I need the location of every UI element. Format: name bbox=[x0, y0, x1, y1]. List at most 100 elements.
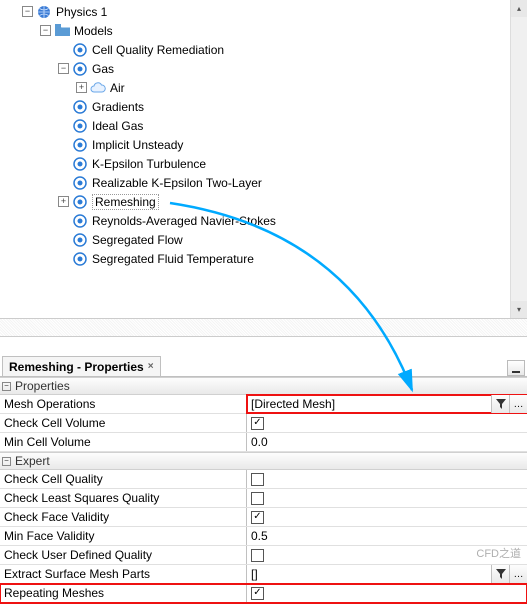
prop-value[interactable]: ✓ bbox=[247, 414, 527, 432]
target-icon bbox=[72, 137, 88, 153]
checkbox[interactable] bbox=[251, 473, 264, 486]
tree-label: Gas bbox=[92, 62, 114, 76]
prop-value[interactable]: 0.0 bbox=[247, 433, 527, 451]
target-icon bbox=[72, 156, 88, 172]
globe-icon bbox=[36, 4, 52, 20]
tree-label: Implicit Unsteady bbox=[92, 138, 183, 152]
tree-label: Segregated Flow bbox=[92, 233, 183, 247]
prop-value[interactable]: ✓ bbox=[247, 508, 527, 526]
tree-node[interactable]: + Air bbox=[0, 78, 527, 97]
expand-icon[interactable]: + bbox=[58, 196, 69, 207]
more-button[interactable]: … bbox=[509, 395, 527, 413]
tree-node-models[interactable]: − Models bbox=[0, 21, 527, 40]
tab-title: Remeshing - Properties bbox=[9, 360, 144, 374]
tree-node[interactable]: Realizable K-Epsilon Two-Layer bbox=[0, 173, 527, 192]
close-icon[interactable]: × bbox=[148, 361, 154, 372]
target-icon bbox=[72, 99, 88, 115]
prop-label: Check User Defined Quality bbox=[0, 546, 247, 564]
prop-value[interactable]: 0.5 bbox=[247, 527, 527, 545]
tree-node[interactable]: Gradients bbox=[0, 97, 527, 116]
tree-node[interactable]: Cell Quality Remediation bbox=[0, 40, 527, 59]
tree-label: Ideal Gas bbox=[92, 119, 143, 133]
watermark: CFD之道 bbox=[476, 545, 521, 561]
target-icon bbox=[72, 118, 88, 134]
tree-node-physics[interactable]: − Physics 1 bbox=[0, 2, 527, 21]
prop-min-cell-volume: Min Cell Volume 0.0 bbox=[0, 433, 527, 452]
section-properties[interactable]: − Properties bbox=[0, 377, 527, 395]
prop-label: Check Cell Volume bbox=[0, 414, 247, 432]
tree-label: Physics 1 bbox=[56, 5, 107, 19]
prop-repeating-meshes: Repeating Meshes ✓ bbox=[0, 584, 527, 603]
properties-tab-bar: Remeshing - Properties × bbox=[0, 355, 527, 377]
checkbox[interactable]: ✓ bbox=[251, 417, 264, 430]
properties-tab[interactable]: Remeshing - Properties × bbox=[2, 356, 161, 376]
collapse-icon[interactable]: − bbox=[2, 382, 11, 391]
target-icon bbox=[72, 61, 88, 77]
target-icon bbox=[72, 232, 88, 248]
prop-label: Min Cell Volume bbox=[0, 433, 247, 451]
target-icon bbox=[72, 42, 88, 58]
prop-value[interactable] bbox=[247, 489, 527, 507]
tree-label: Models bbox=[74, 24, 113, 38]
prop-label: Extract Surface Mesh Parts bbox=[0, 565, 247, 583]
prop-check-cell-quality: Check Cell Quality bbox=[0, 470, 527, 489]
tree-node[interactable]: Implicit Unsteady bbox=[0, 135, 527, 154]
tree-label: Gradients bbox=[92, 100, 144, 114]
cloud-icon bbox=[90, 80, 106, 96]
prop-label: Min Face Validity bbox=[0, 527, 247, 545]
tree-label: Segregated Fluid Temperature bbox=[92, 252, 254, 266]
prop-value[interactable]: ✓ bbox=[247, 584, 527, 602]
tree-label: K-Epsilon Turbulence bbox=[92, 157, 206, 171]
panel-divider bbox=[0, 318, 527, 337]
collapse-icon[interactable]: − bbox=[22, 6, 33, 17]
prop-label: Repeating Meshes bbox=[0, 584, 247, 602]
expand-icon[interactable]: + bbox=[76, 82, 87, 93]
tree-label: Remeshing bbox=[92, 194, 159, 210]
prop-value[interactable] bbox=[247, 470, 527, 488]
prop-label: Check Cell Quality bbox=[0, 470, 247, 488]
target-icon bbox=[72, 213, 88, 229]
prop-extract-surface-mesh: Extract Surface Mesh Parts [] … bbox=[0, 565, 527, 584]
scroll-up-button[interactable]: ▴ bbox=[511, 0, 527, 17]
prop-mesh-operations: Mesh Operations [Directed Mesh] … bbox=[0, 395, 527, 414]
prop-check-least-squares: Check Least Squares Quality bbox=[0, 489, 527, 508]
prop-value[interactable]: [Directed Mesh] … bbox=[247, 395, 527, 413]
tree-node[interactable]: Segregated Fluid Temperature bbox=[0, 249, 527, 268]
collapse-icon[interactable]: − bbox=[40, 25, 51, 36]
section-expert[interactable]: − Expert bbox=[0, 452, 527, 470]
scrollbar-vertical[interactable]: ▴ ▾ bbox=[510, 0, 527, 318]
section-label: Properties bbox=[15, 379, 70, 393]
checkbox[interactable] bbox=[251, 549, 264, 562]
prop-check-face-validity: Check Face Validity ✓ bbox=[0, 508, 527, 527]
checkbox[interactable]: ✓ bbox=[251, 587, 264, 600]
minimize-button[interactable] bbox=[507, 360, 525, 376]
scroll-down-button[interactable]: ▾ bbox=[511, 301, 527, 318]
prop-check-user-defined: Check User Defined Quality bbox=[0, 546, 527, 565]
tree-node[interactable]: K-Epsilon Turbulence bbox=[0, 154, 527, 173]
tree-label: Air bbox=[110, 81, 125, 95]
tree-label: Realizable K-Epsilon Two-Layer bbox=[92, 176, 262, 190]
filter-button[interactable] bbox=[491, 565, 509, 583]
tree-label: Cell Quality Remediation bbox=[92, 43, 224, 57]
checkbox[interactable] bbox=[251, 492, 264, 505]
tree-node[interactable]: Reynolds-Averaged Navier-Stokes bbox=[0, 211, 527, 230]
section-label: Expert bbox=[15, 454, 50, 468]
prop-value[interactable]: [] … bbox=[247, 565, 527, 583]
collapse-icon[interactable]: − bbox=[2, 457, 11, 466]
tree-node[interactable]: Segregated Flow bbox=[0, 230, 527, 249]
more-button[interactable]: … bbox=[509, 565, 527, 583]
target-icon bbox=[72, 251, 88, 267]
filter-button[interactable] bbox=[491, 395, 509, 413]
tree-node[interactable]: − Gas bbox=[0, 59, 527, 78]
prop-check-cell-volume: Check Cell Volume ✓ bbox=[0, 414, 527, 433]
property-grid: − Properties Mesh Operations [Directed M… bbox=[0, 377, 527, 603]
tree-node[interactable]: Ideal Gas bbox=[0, 116, 527, 135]
target-icon bbox=[72, 194, 88, 210]
checkbox[interactable]: ✓ bbox=[251, 511, 264, 524]
prop-min-face-validity: Min Face Validity 0.5 bbox=[0, 527, 527, 546]
prop-label: Mesh Operations bbox=[0, 395, 247, 413]
tree-label: Reynolds-Averaged Navier-Stokes bbox=[92, 214, 276, 228]
collapse-icon[interactable]: − bbox=[58, 63, 69, 74]
model-tree: − Physics 1 − Models Cell Quality Remedi… bbox=[0, 0, 527, 318]
tree-node[interactable]: + Remeshing bbox=[0, 192, 527, 211]
